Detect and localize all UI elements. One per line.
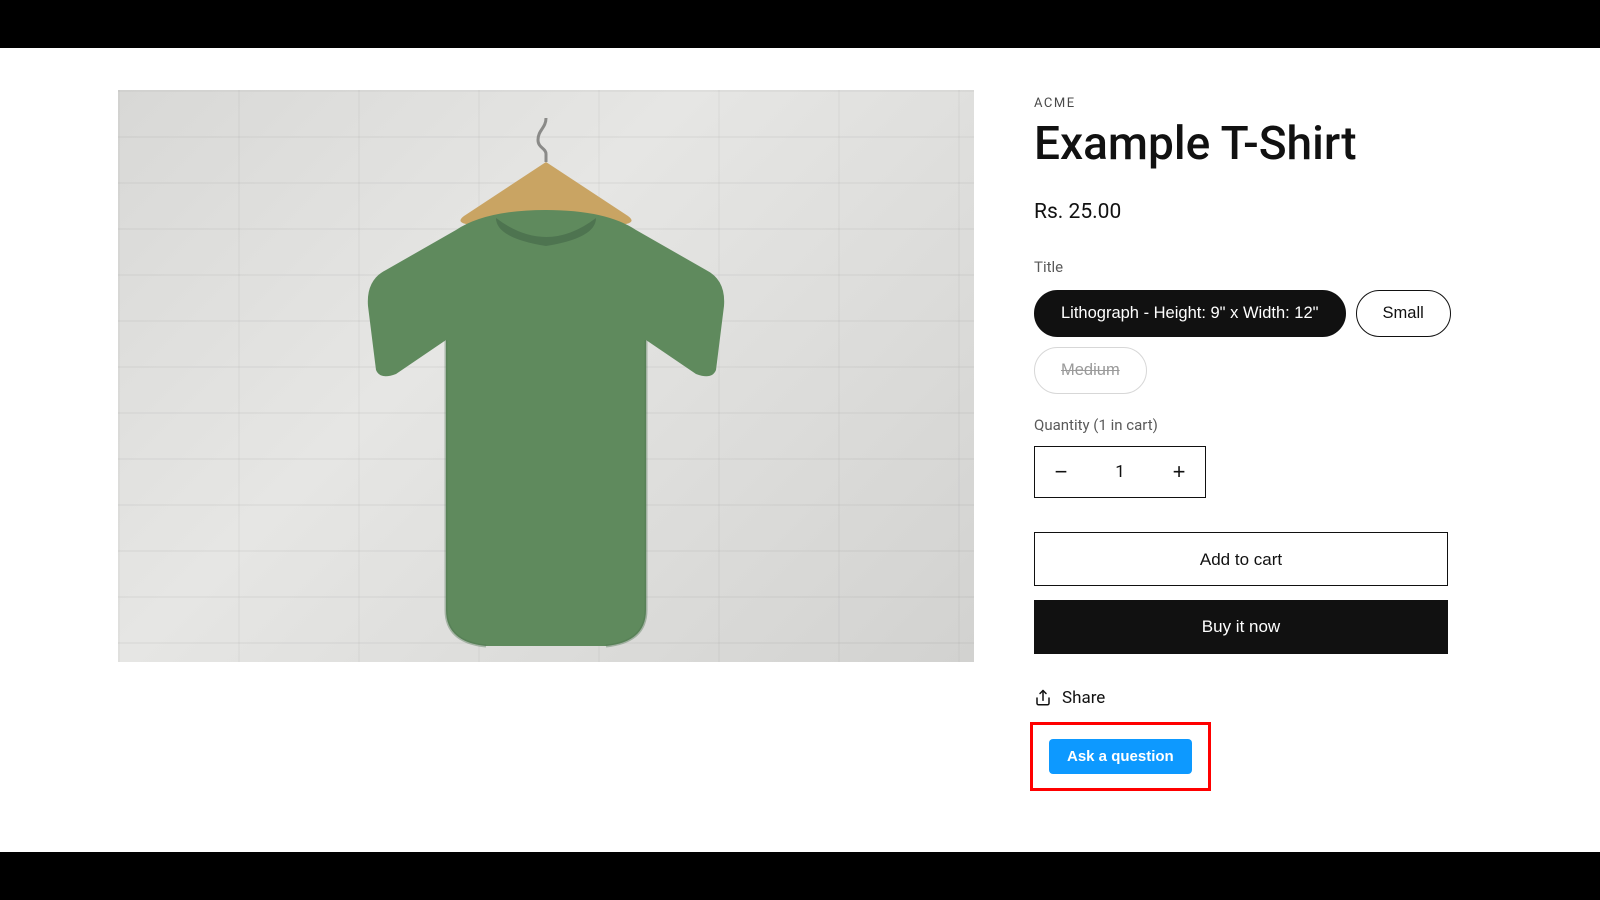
variant-medium: Medium bbox=[1034, 347, 1147, 394]
variant-label: Title bbox=[1034, 258, 1482, 276]
product-gallery bbox=[118, 90, 974, 791]
ask-question-button[interactable]: Ask a question bbox=[1049, 739, 1192, 774]
share-label: Share bbox=[1062, 688, 1105, 708]
variant-list: Lithograph - Height: 9" x Width: 12" Sma… bbox=[1034, 290, 1482, 394]
variant-lithograph[interactable]: Lithograph - Height: 9" x Width: 12" bbox=[1034, 290, 1346, 337]
buy-now-button[interactable]: Buy it now bbox=[1034, 600, 1448, 654]
share-button[interactable]: Share bbox=[1034, 688, 1482, 708]
product-layout: ACME Example T-Shirt Rs. 25.00 Title Lit… bbox=[118, 90, 1482, 791]
quantity-label: Quantity (1 in cart) bbox=[1034, 416, 1482, 434]
quantity-value: 1 bbox=[1087, 462, 1153, 482]
product-page: ACME Example T-Shirt Rs. 25.00 Title Lit… bbox=[0, 48, 1600, 852]
share-icon bbox=[1034, 689, 1052, 707]
add-to-cart-button[interactable]: Add to cart bbox=[1034, 532, 1448, 586]
quantity-stepper: − 1 + bbox=[1034, 446, 1206, 498]
quantity-decrease-button[interactable]: − bbox=[1035, 447, 1087, 497]
product-details: ACME Example T-Shirt Rs. 25.00 Title Lit… bbox=[1034, 90, 1482, 791]
product-image[interactable] bbox=[118, 90, 974, 662]
quantity-increase-button[interactable]: + bbox=[1153, 447, 1205, 497]
product-brand: ACME bbox=[1034, 96, 1482, 111]
tshirt-icon bbox=[336, 210, 756, 650]
variant-small[interactable]: Small bbox=[1356, 290, 1451, 337]
ask-highlight: Ask a question bbox=[1030, 722, 1211, 791]
product-price: Rs. 25.00 bbox=[1034, 200, 1482, 224]
product-title: Example T-Shirt bbox=[1034, 117, 1482, 172]
